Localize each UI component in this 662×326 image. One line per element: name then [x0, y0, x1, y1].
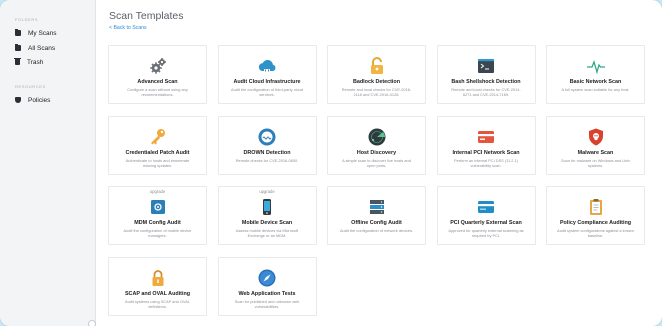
- template-card-credentialed-patch-audit[interactable]: Credentialed Patch Audit Authenticate to …: [108, 115, 207, 175]
- template-card-advanced-scan[interactable]: Advanced Scan Configure a scan without us…: [108, 45, 207, 104]
- credit-card-icon: [476, 197, 496, 217]
- sidebar-collapse-handle[interactable]: [88, 320, 96, 326]
- template-title: MDM Config Audit: [134, 220, 181, 226]
- template-description: Scan for published and unknown web vulne…: [234, 298, 300, 309]
- template-card-internal-pci-network-scan[interactable]: Internal PCI Network Scan Perform an inte…: [436, 115, 536, 175]
- drown-icon: [257, 127, 277, 147]
- compass-icon: [257, 268, 277, 288]
- back-to-scans-link[interactable]: < Back to Scans: [109, 25, 147, 31]
- template-card-bash-shellshock-detection[interactable]: Bash Shellshock Detection Remote and loca…: [436, 45, 536, 104]
- template-card-scap-and-oval-auditing[interactable]: SCAP and OVAL Auditing Audit systems usin…: [108, 256, 207, 316]
- template-description: Audit system configurations against a kn…: [557, 228, 634, 238]
- lock-icon: [148, 268, 168, 288]
- template-description: Audit the configuration of network devic…: [339, 228, 414, 233]
- template-title: Web Application Tests: [238, 290, 296, 297]
- template-description: Remote and local checks for CVE-2014-627…: [451, 87, 521, 97]
- template-card-badlock-detection[interactable]: Badlock Detection Remote and local checks…: [327, 45, 426, 104]
- template-description: Audit the configuration of mobile device…: [123, 228, 192, 238]
- folder-icon: [15, 44, 21, 51]
- template-card-malware-scan[interactable]: Malware Scan Scan for malware on Windows …: [546, 115, 645, 175]
- mdm-icon: [148, 197, 168, 217]
- page-title: Scan Templates: [109, 10, 184, 22]
- template-title: Mobile Device Scan: [241, 220, 293, 226]
- clipboard-icon: [586, 197, 606, 217]
- template-card-offline-config-audit[interactable]: Offline Config Audit Audit the configurat…: [327, 186, 426, 245]
- sidebar-item-policies[interactable]: Policies: [15, 95, 50, 105]
- folder-icon: [15, 29, 21, 36]
- template-description: Remote checks for CVE-2016-0800.: [235, 157, 299, 163]
- template-title: Internal PCI Network Scan: [452, 149, 520, 156]
- template-card-host-discovery[interactable]: Host Discovery A simple scan to discover …: [327, 115, 426, 175]
- template-title: DROWN Detection: [243, 149, 291, 156]
- sidebar-item-label: My Scans: [28, 29, 57, 37]
- pulse-icon: [586, 56, 606, 76]
- main-content: Scan Templates < Back to Scans Advanced …: [96, 0, 662, 326]
- sidebar-item-my-scans[interactable]: My Scans: [15, 28, 57, 38]
- template-description: Configure a scan without using any recom…: [127, 87, 188, 97]
- template-description: Audit systems using SCAP and OVAL defini…: [125, 298, 190, 309]
- upgrade-label: upgrade: [259, 189, 275, 194]
- server-rack-icon: [367, 197, 387, 217]
- template-card-basic-network-scan[interactable]: Basic Network Scan A full system scan sui…: [546, 45, 645, 104]
- malware-shield-icon: [586, 127, 606, 147]
- template-title: Badlock Detection: [352, 79, 401, 85]
- sidebar-item-label: All Scans: [28, 44, 56, 52]
- template-title: Credentialed Patch Audit: [125, 149, 190, 156]
- template-title: Advanced Scan: [137, 79, 178, 85]
- template-card-pci-quarterly-external-scan[interactable]: PCI Quarterly External Scan Approved for …: [436, 186, 536, 245]
- template-description: A full system scan suitable for any host…: [561, 87, 630, 92]
- terminal-icon: [476, 56, 496, 76]
- cloud-icon: [257, 56, 277, 76]
- template-card-drown-detection[interactable]: DROWN Detection Remote checks for CVE-201…: [217, 115, 317, 175]
- template-description: A simple scan to discover live hosts and…: [342, 157, 411, 168]
- shield-icon: [15, 97, 21, 103]
- template-description: Assess mobile devices via Microsoft Exch…: [235, 228, 299, 238]
- template-title: PCI Quarterly External Scan: [450, 220, 522, 226]
- mobile-icon: [257, 197, 277, 217]
- template-title: Audit Cloud Infrastructure: [233, 79, 301, 85]
- sidebar: FOLDERS My Scans All Scans Trash RESOURC…: [0, 0, 96, 326]
- template-card-web-application-tests[interactable]: Web Application Tests Scan for published …: [217, 256, 317, 316]
- sidebar-heading-folders: FOLDERS: [15, 17, 39, 22]
- template-title: Host Discovery: [356, 149, 397, 156]
- template-title: Offline Config Audit: [351, 220, 402, 226]
- sidebar-item-label: Trash: [27, 58, 44, 66]
- sidebar-item-trash[interactable]: Trash: [14, 57, 44, 67]
- template-card-policy-compliance-auditing[interactable]: Policy Compliance Auditing Audit system c…: [546, 186, 645, 245]
- template-title: Policy Compliance Auditing: [559, 220, 632, 226]
- sidebar-heading-resources: RESOURCES: [15, 84, 46, 89]
- template-card-mobile-device-scan[interactable]: upgrade Mobile Device Scan Assess mobile d…: [217, 186, 317, 245]
- template-description: Remote and local checks for CVE-2016-211…: [341, 87, 412, 97]
- sidebar-item-label: Policies: [28, 96, 51, 104]
- template-description: Perform an internal PCI DSS (11.2.1) vul…: [454, 157, 518, 168]
- template-title: Basic Network Scan: [569, 79, 622, 85]
- template-title: Bash Shellshock Detection: [451, 79, 521, 85]
- trash-icon: [14, 57, 21, 65]
- template-title: Malware Scan: [577, 149, 614, 156]
- gears-icon: [148, 56, 168, 76]
- template-card-audit-cloud-infrastructure[interactable]: Audit Cloud Infrastructure Audit the conf…: [217, 45, 317, 104]
- template-description: Approved for quarterly external scanning…: [448, 228, 524, 238]
- template-title: SCAP and OVAL Auditing: [124, 290, 191, 297]
- key-icon: [148, 127, 168, 147]
- radar-icon: [367, 127, 387, 147]
- template-description: Authenticate to hosts and enumerate miss…: [125, 157, 190, 168]
- padlock-icon: [367, 56, 387, 76]
- card-icon: [476, 127, 496, 147]
- template-card-mdm-config-audit[interactable]: upgrade MDM Config Audit Audit the configu…: [108, 186, 207, 245]
- app-window: FOLDERS My Scans All Scans Trash RESOURC…: [0, 0, 662, 326]
- template-description: Scan for malware on Windows and Unix sys…: [561, 157, 630, 168]
- sidebar-item-all-scans[interactable]: All Scans: [15, 43, 55, 53]
- template-description: Audit the configuration of third-party c…: [230, 87, 304, 97]
- upgrade-label: upgrade: [149, 189, 166, 194]
